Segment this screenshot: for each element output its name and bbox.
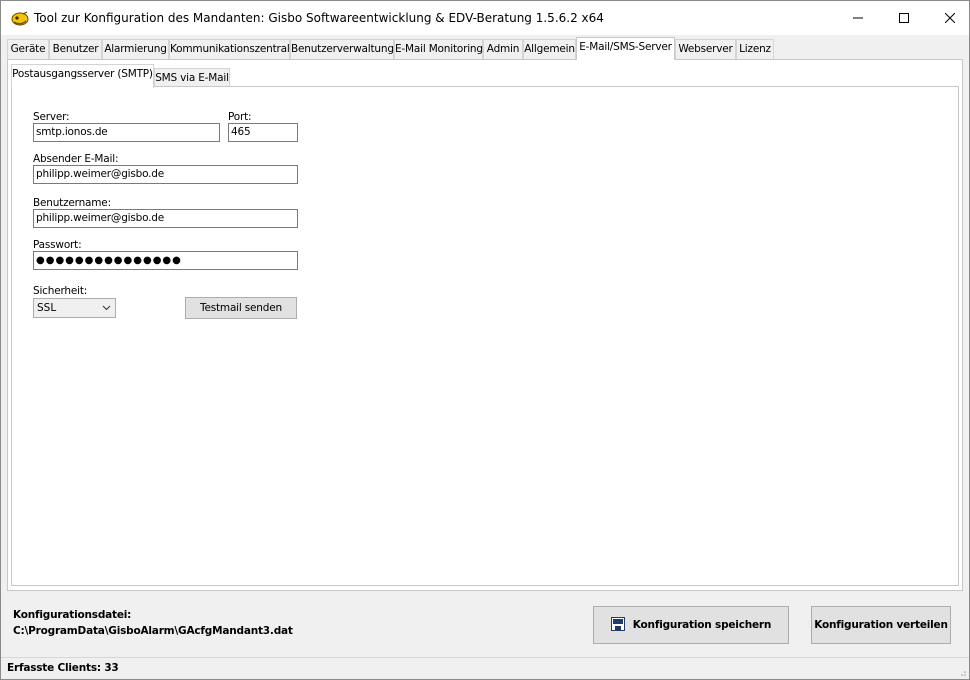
close-button[interactable] [927, 1, 970, 35]
resize-grip-icon[interactable] [957, 667, 967, 677]
save-config-button[interactable]: Konfiguration speichern [593, 606, 789, 644]
password-label: Passwort: [33, 239, 82, 251]
security-select-value: SSL [37, 302, 57, 314]
title-bar: Tool zur Konfiguration des Mandanten: Gi… [1, 1, 969, 35]
sender-email-input[interactable]: philipp.weimer@gisbo.de [33, 165, 298, 184]
username-input[interactable]: philipp.weimer@gisbo.de [33, 209, 298, 228]
status-bar: Erfasste Clients: 33 [1, 657, 969, 679]
main-window: Tool zur Konfiguration des Mandanten: Gi… [0, 0, 970, 680]
port-label: Port: [228, 111, 252, 123]
close-icon [945, 13, 955, 23]
username-label: Benutzername: [33, 197, 111, 209]
tab-admin[interactable]: Admin [483, 39, 523, 59]
server-label: Server: [33, 111, 70, 123]
tab-benutzer[interactable]: Benutzer [49, 39, 102, 59]
tab-kommunikationszentrale[interactable]: Kommunikationszentrale [169, 39, 296, 59]
chevron-down-icon [102, 299, 111, 324]
minimize-button[interactable] [835, 1, 881, 35]
port-input[interactable]: 465 [228, 123, 298, 142]
save-icon [610, 616, 625, 634]
tab-email-monitoring[interactable]: E-Mail Monitoring [394, 39, 483, 59]
tab-email-sms-server[interactable]: E-Mail/SMS-Server [576, 37, 675, 60]
tab-panel: Postausgangsserver (SMTP) SMS via E-Mail… [7, 59, 963, 591]
config-file-path: C:\ProgramData\GisboAlarm\GAcfgMandant3.… [13, 625, 293, 637]
security-select[interactable]: SSL [33, 298, 116, 318]
server-input[interactable]: smtp.ionos.de [33, 123, 220, 142]
smtp-panel: Server: smtp.ionos.de Port: 465 Absender… [11, 86, 959, 586]
distribute-config-button[interactable]: Konfiguration verteilen [811, 606, 951, 644]
tab-allgemein[interactable]: Allgemein [523, 39, 576, 59]
sender-email-label: Absender E-Mail: [33, 153, 119, 165]
subtab-smtp[interactable]: Postausgangsserver (SMTP) [11, 64, 154, 88]
config-file-label: Konfigurationsdatei: [13, 609, 132, 621]
tab-webserver[interactable]: Webserver [675, 39, 736, 59]
tab-geraete[interactable]: Geräte [7, 39, 49, 59]
testmail-button[interactable]: Testmail senden [185, 297, 297, 319]
security-label: Sicherheit: [33, 285, 88, 297]
tab-lizenz[interactable]: Lizenz [736, 39, 774, 59]
save-config-label: Konfiguration speichern [632, 619, 772, 631]
subtab-sms-via-email[interactable]: SMS via E-Mail [154, 68, 230, 88]
tab-benutzerverwaltung[interactable]: Benutzerverwaltung [290, 39, 394, 59]
status-text: Erfasste Clients: 33 [7, 662, 119, 674]
maximize-button[interactable] [881, 1, 927, 35]
app-logo-icon [11, 11, 29, 27]
window-title: Tool zur Konfiguration des Mandanten: Gi… [34, 11, 604, 25]
tab-alarmierung[interactable]: Alarmierung [102, 39, 169, 59]
password-input[interactable]: ●●●●●●●●●●●●●●● [33, 251, 298, 270]
maximize-icon [899, 13, 909, 23]
minimize-icon [853, 17, 863, 19]
